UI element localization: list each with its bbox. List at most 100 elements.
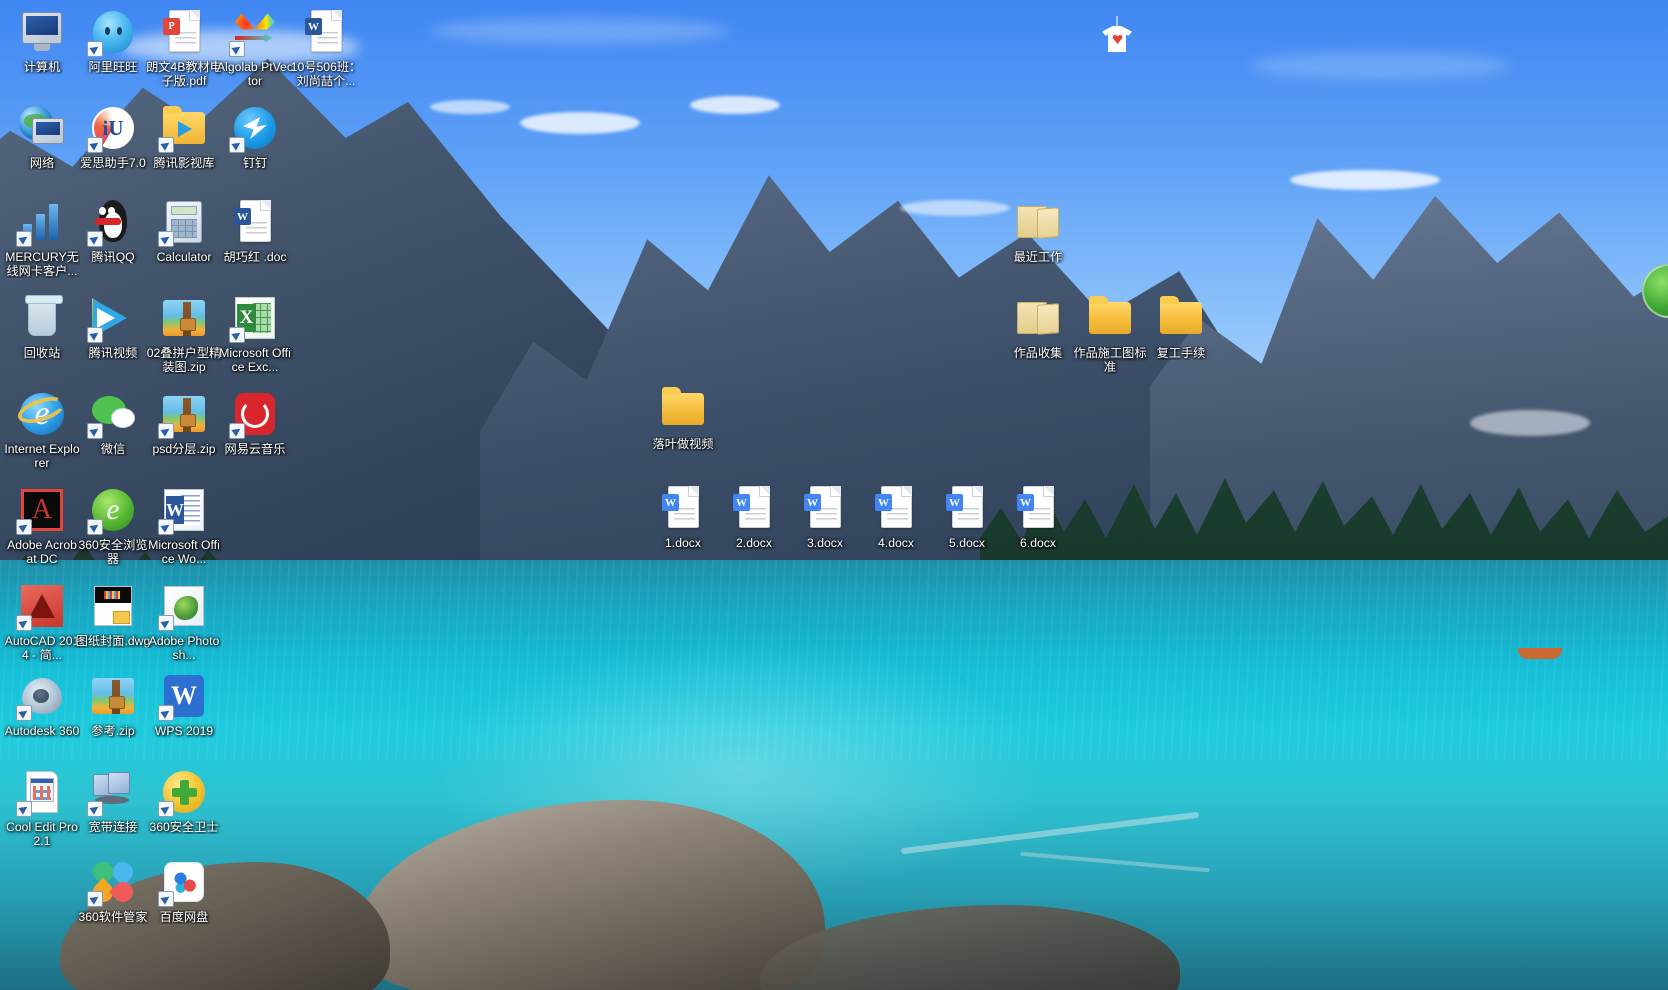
baidu-netdisk-icon bbox=[158, 858, 208, 907]
netease-music-icon bbox=[229, 390, 279, 439]
desktop-icon-autocad-2014[interactable]: AutoCAD 2014 - 简... bbox=[4, 582, 80, 662]
desktop-icon-zip-02[interactable]: 02叠拼户型精装图.zip bbox=[146, 294, 222, 374]
desktop-icon-label: 爱思助手7.0 bbox=[80, 156, 146, 170]
desktop-icon-recycle-bin[interactable]: 回收站 bbox=[4, 294, 80, 360]
desktop-icon-label: 参考.zip bbox=[91, 724, 135, 738]
desktop-icon-label: WPS 2019 bbox=[154, 724, 214, 738]
desktop-icon-360-soft-manager[interactable]: 360软件管家 bbox=[75, 857, 151, 924]
desktop-icon-calculator[interactable]: Calculator bbox=[146, 198, 222, 264]
shortcut-arrow-icon bbox=[16, 231, 32, 247]
desktop-icon-folder-recent-work[interactable]: 最近工作 bbox=[1000, 198, 1076, 264]
desktop-icon-network[interactable]: 网络 bbox=[4, 104, 80, 170]
desktop-icon-algolab[interactable]: Algolab PtVector bbox=[217, 8, 293, 88]
desktop-icon-tencent-qq[interactable]: 腾讯QQ bbox=[75, 198, 151, 264]
desktop-icon-autodesk-360[interactable]: Autodesk 360 bbox=[4, 672, 80, 738]
desktop-icon-wps-2019[interactable]: W WPS 2019 bbox=[146, 672, 222, 738]
desktop-icon-doc-6[interactable]: W 6.docx bbox=[1000, 484, 1076, 550]
tencent-qq-icon bbox=[87, 198, 137, 247]
word-badge-icon: W bbox=[234, 208, 251, 225]
cloud-3 bbox=[1250, 52, 1510, 80]
cool-edit-dots bbox=[33, 786, 51, 800]
shortcut-arrow-icon bbox=[158, 705, 174, 721]
desktop-icon-doc-5[interactable]: W 5.docx bbox=[929, 484, 1005, 550]
shortcut-arrow-icon bbox=[87, 519, 103, 535]
desktop-icon-doc-1[interactable]: W 1.docx bbox=[645, 484, 721, 550]
desktop-icon-adobe-photoshop[interactable]: Adobe Photosh... bbox=[146, 582, 222, 662]
desktop-icon-label: 1.docx bbox=[665, 536, 701, 550]
longman-pdf-icon: P bbox=[160, 8, 208, 56]
desktop-icon-cool-edit-pro[interactable]: Cool Edit Pro 2.1 bbox=[4, 768, 80, 848]
desktop-icon-psd-zip[interactable]: psd分层.zip bbox=[146, 390, 222, 456]
shortcut-arrow-icon bbox=[87, 137, 103, 153]
internet-explorer-icon bbox=[14, 390, 69, 438]
desktop-icon-huqiaohong-doc[interactable]: W 胡巧红 .doc bbox=[217, 198, 293, 264]
desktop-icon-baidu-netdisk[interactable]: 百度网盘 bbox=[146, 858, 222, 924]
desktop-icon-mercury-wifi[interactable]: MERCURY无线网卡客户... bbox=[4, 198, 80, 278]
aisi-helper-icon bbox=[87, 104, 137, 153]
desktop-icon-label: 复工手续 bbox=[1156, 346, 1206, 360]
desktop-icon-browser-360[interactable]: 360安全浏览器 bbox=[75, 486, 151, 566]
desktop-icon-label: 网络 bbox=[29, 156, 55, 170]
desktop-icon-wechat[interactable]: 微信 bbox=[75, 390, 151, 456]
desktop-icon-doc-2[interactable]: W 2.docx bbox=[716, 484, 792, 550]
shortcut-arrow-icon bbox=[229, 327, 245, 343]
desktop-icon-ms-word[interactable]: W Microsoft Office Wo... bbox=[146, 486, 222, 566]
desktop-icon-doc-4[interactable]: W 4.docx bbox=[858, 484, 934, 550]
desktop-icon-adobe-acrobat[interactable]: Adobe Acrobat DC bbox=[4, 486, 80, 566]
doc-5-icon: W bbox=[943, 484, 991, 532]
desktop-icon-tencent-video[interactable]: 腾讯视频 bbox=[75, 294, 151, 360]
desktop-icon-360-safe-guard[interactable]: 360安全卫士 bbox=[146, 768, 222, 834]
desktop-icon-internet-explorer[interactable]: Internet Explorer bbox=[4, 390, 80, 470]
canoe bbox=[1518, 648, 1562, 659]
desktop-icon-broadband-conn[interactable]: 宽带连接 bbox=[75, 768, 151, 834]
doc-3-icon: W bbox=[801, 484, 849, 532]
word-badge-icon: W bbox=[662, 494, 679, 511]
dwg-file-icon bbox=[94, 586, 132, 626]
word-badge-icon: W bbox=[875, 494, 892, 511]
shortcut-arrow-icon bbox=[158, 231, 174, 247]
desktop-icon-dingtalk[interactable]: 钉钉 bbox=[217, 104, 293, 170]
desktop-icon-doc-3[interactable]: W 3.docx bbox=[787, 484, 863, 550]
desktop-icon-ms-excel[interactable]: X Microsoft Office Exc... bbox=[217, 294, 293, 374]
wechat-bubble-small bbox=[111, 408, 135, 428]
folder-resume-work-icon bbox=[1157, 294, 1205, 342]
desktop-icon-label: 3.docx bbox=[807, 536, 843, 550]
browser-360-icon bbox=[87, 486, 137, 535]
desktop-icon-aliwangwang[interactable]: 阿里旺旺 bbox=[75, 8, 151, 74]
computer-icon bbox=[18, 8, 66, 56]
desktop-icon-netease-music[interactable]: 网易云音乐 bbox=[217, 390, 293, 456]
desktop-icon-label: MERCURY无线网卡客户... bbox=[5, 250, 79, 278]
desktop-icon-reference-zip[interactable]: 参考.zip bbox=[75, 672, 151, 738]
desktop-icon-label: 腾讯影视库 bbox=[153, 156, 215, 170]
doc-6-icon: W bbox=[1014, 484, 1062, 532]
360-soft-manager-icon bbox=[87, 857, 138, 907]
desktop-icon-folder-luoye[interactable]: 落叶做视频 bbox=[645, 385, 721, 451]
huqiaohong-doc-icon: W bbox=[231, 198, 279, 246]
penguin-eyes bbox=[99, 207, 117, 215]
folder-recent-work-icon bbox=[1014, 198, 1062, 246]
desktop-icon-computer[interactable]: 计算机 bbox=[4, 8, 80, 74]
psd-zip-icon bbox=[158, 390, 208, 439]
zip-02-icon bbox=[160, 294, 208, 342]
desktop-icon-longman-pdf[interactable]: P 朗文4B教材电子版.pdf bbox=[146, 8, 222, 88]
desktop-icon-label: Adobe Photosh... bbox=[148, 634, 220, 662]
desktop-icon-tencent-video-lib[interactable]: 腾讯影视库 bbox=[146, 104, 222, 170]
shortcut-arrow-icon bbox=[158, 801, 174, 817]
desktop-icon-folder-works-collection[interactable]: 作品收集 bbox=[1000, 294, 1076, 360]
desktop-icon-label: 360安全卫士 bbox=[149, 820, 219, 834]
adobe-acrobat-icon bbox=[16, 486, 66, 535]
desktop-icon-aisi-helper[interactable]: 爱思助手7.0 bbox=[75, 104, 151, 170]
desktop-icon-label: 作品收集 bbox=[1013, 346, 1063, 360]
desktop-icon-drawing-cover-dwg[interactable]: 图纸封面.dwg bbox=[75, 582, 151, 648]
shortcut-arrow-icon bbox=[87, 41, 103, 57]
desktop-icon-folder-construction-icons[interactable]: 作品施工图标准 bbox=[1072, 294, 1148, 374]
tencent-video-lib-icon bbox=[158, 104, 208, 153]
desktop-root[interactable]: 计算机 阿里旺旺 P 朗文4B教材电子版.pdf Algolab PtVector W 10… bbox=[0, 0, 1668, 990]
desktop-icon-label: 钉钉 bbox=[242, 156, 268, 170]
wps-2019-icon: W bbox=[158, 672, 208, 721]
parrot-icon bbox=[174, 596, 198, 620]
desktop-icon-label: 10号506班：刘尚喆个... bbox=[290, 60, 362, 88]
doc-4-icon: W bbox=[872, 484, 920, 532]
desktop-icon-folder-resume-work[interactable]: 复工手续 bbox=[1143, 294, 1219, 360]
desktop-icon-class506-doc[interactable]: W 10号506班：刘尚喆个... bbox=[288, 8, 364, 88]
